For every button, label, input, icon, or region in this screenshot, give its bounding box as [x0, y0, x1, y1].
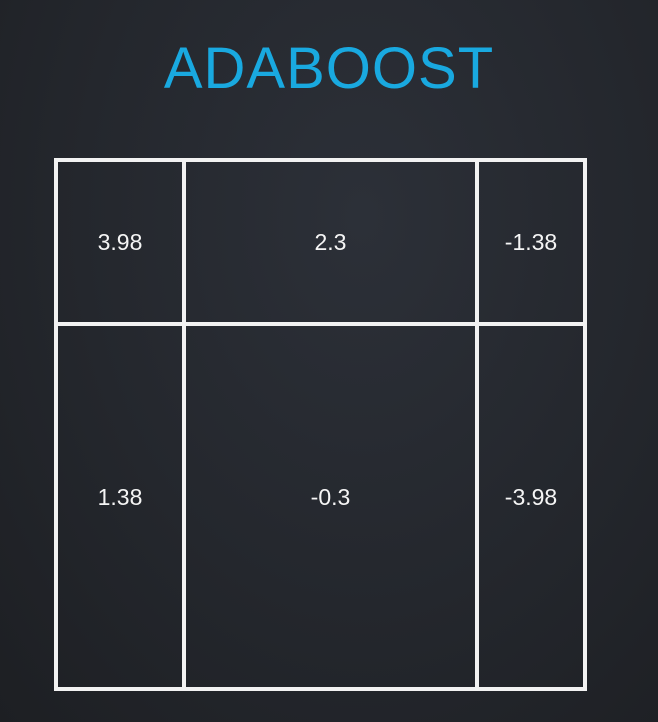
- grid-cell-value: -0.3: [310, 484, 351, 510]
- region-grid: 3.98 2.3 -1.38 1.38 -0.3 -3.98: [54, 158, 587, 691]
- grid-cell-value: 1.38: [97, 484, 143, 510]
- grid-border-right: [583, 158, 587, 691]
- grid-cell-value: 3.98: [97, 228, 143, 255]
- grid-cell-value: -3.98: [504, 484, 558, 510]
- page-title: ADABOOST: [163, 36, 495, 101]
- grid-cell-value: 2.3: [314, 228, 347, 255]
- grid-cell-value: -1.38: [504, 228, 558, 255]
- grid-border-bottom: [54, 687, 587, 691]
